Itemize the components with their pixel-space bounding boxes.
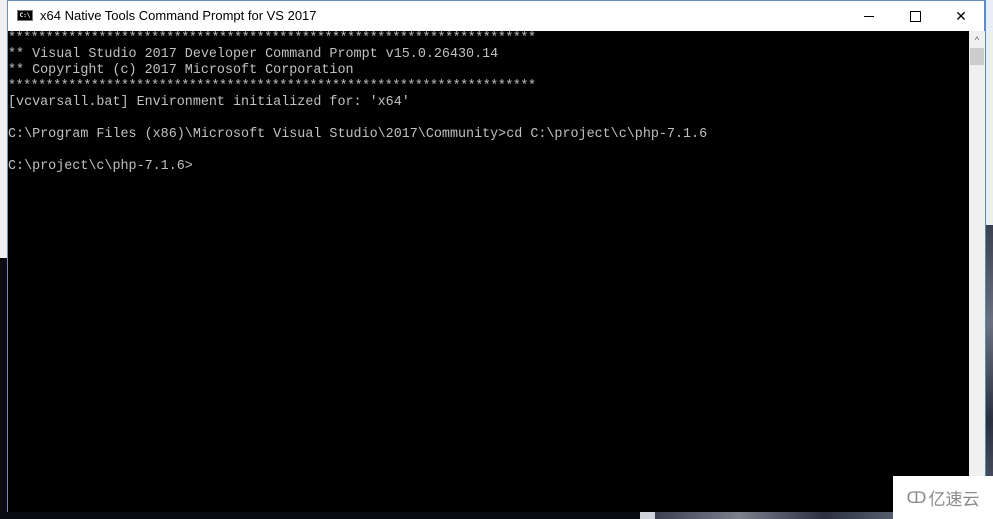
console-line: ****************************************… <box>8 79 536 94</box>
background-wallpaper <box>986 225 993 519</box>
chevron-up-icon: ^ <box>974 34 980 45</box>
console-app-icon[interactable]: C:\ <box>17 10 33 21</box>
close-button[interactable]: ✕ <box>938 1 984 31</box>
console-prompt-line[interactable]: C:\project\c\php-7.1.6> <box>8 159 193 175</box>
vertical-scrollbar[interactable]: ^ <box>969 31 985 512</box>
minimize-icon <box>864 15 874 17</box>
cloud-logo-icon: ↀ <box>906 489 927 507</box>
watermark: ↀ 亿速云 <box>893 476 993 519</box>
title-bar[interactable]: C:\ x64 Native Tools Command Prompt for … <box>8 1 984 31</box>
console-line: ** Visual Studio 2017 Developer Command … <box>8 47 499 62</box>
scroll-thumb[interactable] <box>970 48 984 65</box>
console-output[interactable]: ****************************************… <box>8 31 969 512</box>
maximize-icon <box>909 10 921 22</box>
background-tile <box>640 512 655 519</box>
background-desktop-bottom <box>0 512 655 519</box>
watermark-text: 亿速云 <box>928 490 980 510</box>
console-line: C:\Program Files (x86)\Microsoft Visual … <box>8 127 708 142</box>
minimize-button[interactable] <box>846 1 892 31</box>
console-line: [vcvarsall.bat] Environment initialized … <box>8 95 410 110</box>
close-icon: ✕ <box>955 7 967 24</box>
window-title: x64 Native Tools Command Prompt for VS 2… <box>40 8 317 23</box>
console-line: ** Copyright (c) 2017 Microsoft Corporat… <box>8 63 354 78</box>
maximize-button[interactable] <box>892 1 938 31</box>
command-prompt-window[interactable]: C:\ x64 Native Tools Command Prompt for … <box>7 0 985 512</box>
console-line: ****************************************… <box>8 31 536 46</box>
scroll-up-button[interactable]: ^ <box>969 31 985 48</box>
